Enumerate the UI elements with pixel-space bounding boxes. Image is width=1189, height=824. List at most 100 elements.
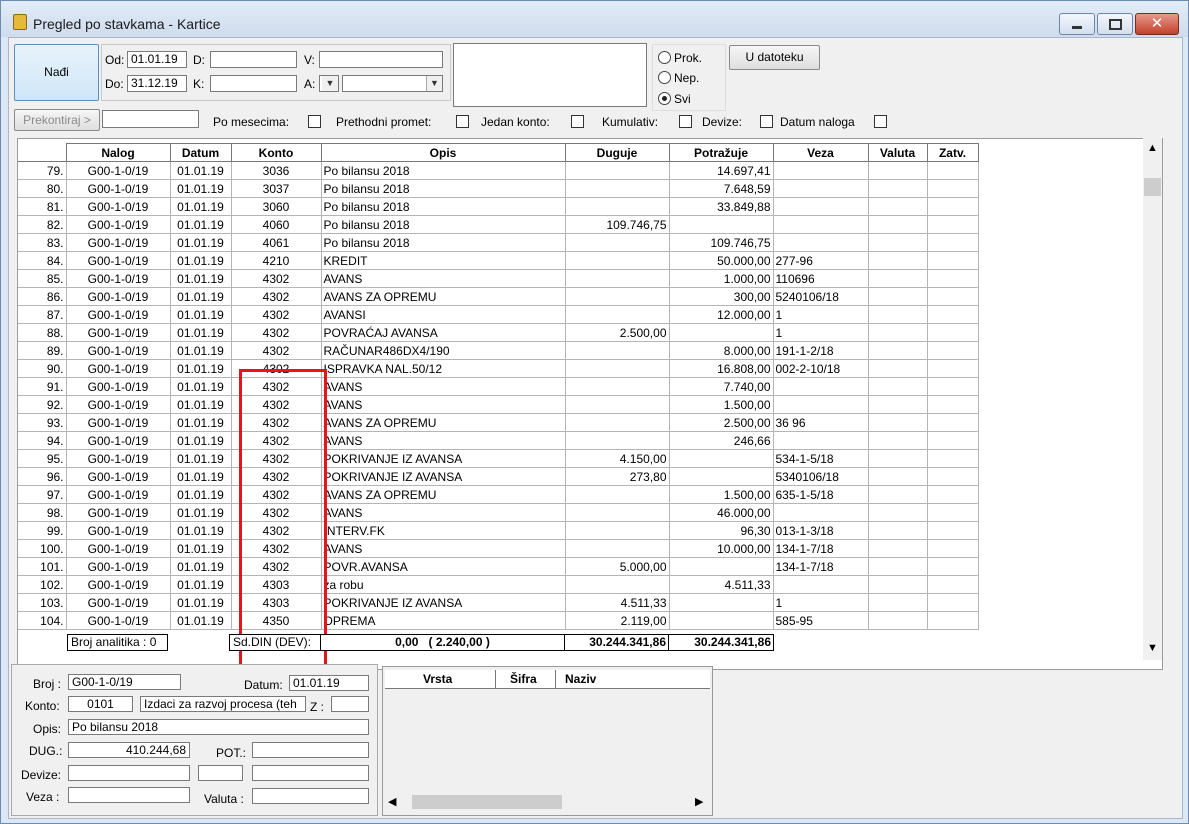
duguje-cell[interactable] <box>564 431 670 450</box>
veza-cell[interactable]: 1 <box>772 323 869 342</box>
valuta-cell[interactable] <box>867 593 928 612</box>
valuta-cell[interactable] <box>867 485 928 504</box>
nalog-cell[interactable]: G00-1-0/19 <box>65 269 171 288</box>
opis-cell[interactable]: KREDIT <box>320 251 566 270</box>
devize-checkbox[interactable] <box>760 115 773 128</box>
row-number[interactable]: 104. <box>18 611 67 630</box>
row-number[interactable]: 81. <box>18 197 67 216</box>
valuta-cell[interactable] <box>867 233 928 252</box>
konto-cell[interactable]: 4302 <box>230 305 322 324</box>
minimize-button[interactable] <box>1059 13 1095 35</box>
opis-cell[interactable]: ISPRAVKA NAL.50/12 <box>320 359 566 378</box>
opis-cell[interactable]: Po bilansu 2018 <box>320 179 566 198</box>
analytics-grid[interactable]: Vrsta Šifra Naziv ◀ ▶ <box>382 666 713 816</box>
opis-cell[interactable]: AVANS ZA OPREMU <box>320 413 566 432</box>
potrazuje-cell[interactable] <box>668 611 774 630</box>
row-number[interactable]: 91. <box>18 377 67 396</box>
table-row[interactable]: 90. G00-1-0/19 01.01.19 4302 ISPRAVKA NAL.50… <box>18 359 979 378</box>
nalog-cell[interactable]: G00-1-0/19 <box>65 539 171 558</box>
veza-cell[interactable]: 1 <box>772 305 869 324</box>
duguje-cell[interactable] <box>564 485 670 504</box>
close-button[interactable]: ✕ <box>1135 13 1179 35</box>
veza-cell[interactable]: 002-2-10/18 <box>772 359 869 378</box>
row-number[interactable]: 85. <box>18 269 67 288</box>
konto-name-field[interactable]: Izdaci za razvoj procesa (teh <box>140 696 306 712</box>
konto-cell[interactable]: 3036 <box>230 161 322 180</box>
devize-currency-field[interactable] <box>198 765 243 781</box>
export-button[interactable]: U datoteku <box>729 45 820 70</box>
valuta-cell[interactable] <box>867 215 928 234</box>
valuta-cell[interactable] <box>867 557 928 576</box>
veza-cell[interactable]: 635-1-5/18 <box>772 485 869 504</box>
grid-vertical-scrollbar[interactable]: ▲ ▼ <box>1143 138 1162 660</box>
veza-cell[interactable] <box>772 233 869 252</box>
scroll-up-icon[interactable]: ▲ <box>1143 142 1162 154</box>
duguje-cell[interactable]: 4.150,00 <box>564 449 670 468</box>
opis-cell[interactable]: RAČUNAR486DX4/190 <box>320 341 566 360</box>
datum-cell[interactable]: 01.01.19 <box>169 485 232 504</box>
valuta-cell[interactable] <box>867 539 928 558</box>
col-header-zatv[interactable]: Zatv. <box>926 143 979 162</box>
valuta-cell[interactable] <box>867 377 928 396</box>
table-row[interactable]: 91. G00-1-0/19 01.01.19 4302 AVANS 7.740,00 <box>18 377 979 396</box>
nalog-cell[interactable]: G00-1-0/19 <box>65 467 171 486</box>
zatv-cell[interactable] <box>926 557 979 576</box>
find-button[interactable]: Nađi <box>14 44 99 101</box>
opis-cell[interactable]: AVANS <box>320 431 566 450</box>
potrazuje-cell[interactable]: 50.000,00 <box>668 251 774 270</box>
valuta-cell[interactable] <box>867 395 928 414</box>
row-number[interactable]: 90. <box>18 359 67 378</box>
datum-cell[interactable]: 01.01.19 <box>169 161 232 180</box>
valuta-cell[interactable] <box>867 449 928 468</box>
table-row[interactable]: 96. G00-1-0/19 01.01.19 4302 POKRIVANJE IZ A… <box>18 467 979 486</box>
zatv-cell[interactable] <box>926 449 979 468</box>
nalog-cell[interactable]: G00-1-0/19 <box>65 521 171 540</box>
table-row[interactable]: 98. G00-1-0/19 01.01.19 4302 AVANS 46.000,00 <box>18 503 979 522</box>
zatv-cell[interactable] <box>926 503 979 522</box>
kumulativ-checkbox[interactable] <box>679 115 692 128</box>
potrazuje-cell[interactable] <box>668 323 774 342</box>
valuta-cell[interactable] <box>867 287 928 306</box>
duguje-cell[interactable] <box>564 521 670 540</box>
title-bar[interactable]: Pregled po stavkama - Kartice ✕ <box>1 1 1188 37</box>
veza-cell[interactable] <box>772 377 869 396</box>
zatv-cell[interactable] <box>926 233 979 252</box>
do-date-field[interactable]: 31.12.19 <box>127 75 187 92</box>
duguje-cell[interactable]: 273,80 <box>564 467 670 486</box>
datum-cell[interactable]: 01.01.19 <box>169 269 232 288</box>
datum-field[interactable]: 01.01.19 <box>289 675 369 691</box>
potrazuje-cell[interactable]: 7.648,59 <box>668 179 774 198</box>
row-number[interactable]: 99. <box>18 521 67 540</box>
prekontiraj-field[interactable] <box>102 110 199 128</box>
datum-cell[interactable]: 01.01.19 <box>169 197 232 216</box>
konto-cell[interactable]: 4302 <box>230 269 322 288</box>
duguje-cell[interactable] <box>564 197 670 216</box>
valuta-cell[interactable] <box>867 251 928 270</box>
nalog-cell[interactable]: G00-1-0/19 <box>65 557 171 576</box>
potrazuje-cell[interactable]: 8.000,00 <box>668 341 774 360</box>
a-operator-select[interactable]: ▼ <box>319 75 339 92</box>
valuta-cell[interactable] <box>867 341 928 360</box>
col-header-konto[interactable]: Konto <box>230 143 322 162</box>
zatv-cell[interactable] <box>926 539 979 558</box>
zatv-cell[interactable] <box>926 179 979 198</box>
nalog-cell[interactable]: G00-1-0/19 <box>65 251 171 270</box>
table-row[interactable]: 84. G00-1-0/19 01.01.19 4210 KREDIT 50.000,00… <box>18 251 979 270</box>
opis-cell[interactable]: POVRAĆAJ AVANSA <box>320 323 566 342</box>
zatv-cell[interactable] <box>926 521 979 540</box>
devize-rate-field[interactable] <box>252 765 369 781</box>
datum-cell[interactable]: 01.01.19 <box>169 251 232 270</box>
row-number[interactable]: 92. <box>18 395 67 414</box>
po-mesecima-checkbox[interactable] <box>308 115 321 128</box>
veza-cell[interactable]: 013-1-3/18 <box>772 521 869 540</box>
scroll-thumb[interactable] <box>412 795 562 809</box>
valuta-cell[interactable] <box>867 179 928 198</box>
z-field[interactable] <box>331 696 369 712</box>
zatv-cell[interactable] <box>926 467 979 486</box>
nalog-cell[interactable]: G00-1-0/19 <box>65 485 171 504</box>
datum-cell[interactable]: 01.01.19 <box>169 359 232 378</box>
table-row[interactable]: 79. G00-1-0/19 01.01.19 3036 Po bilansu 2018… <box>18 161 979 180</box>
datum-cell[interactable]: 01.01.19 <box>169 449 232 468</box>
zatv-cell[interactable] <box>926 431 979 450</box>
devize-field[interactable] <box>68 765 190 781</box>
